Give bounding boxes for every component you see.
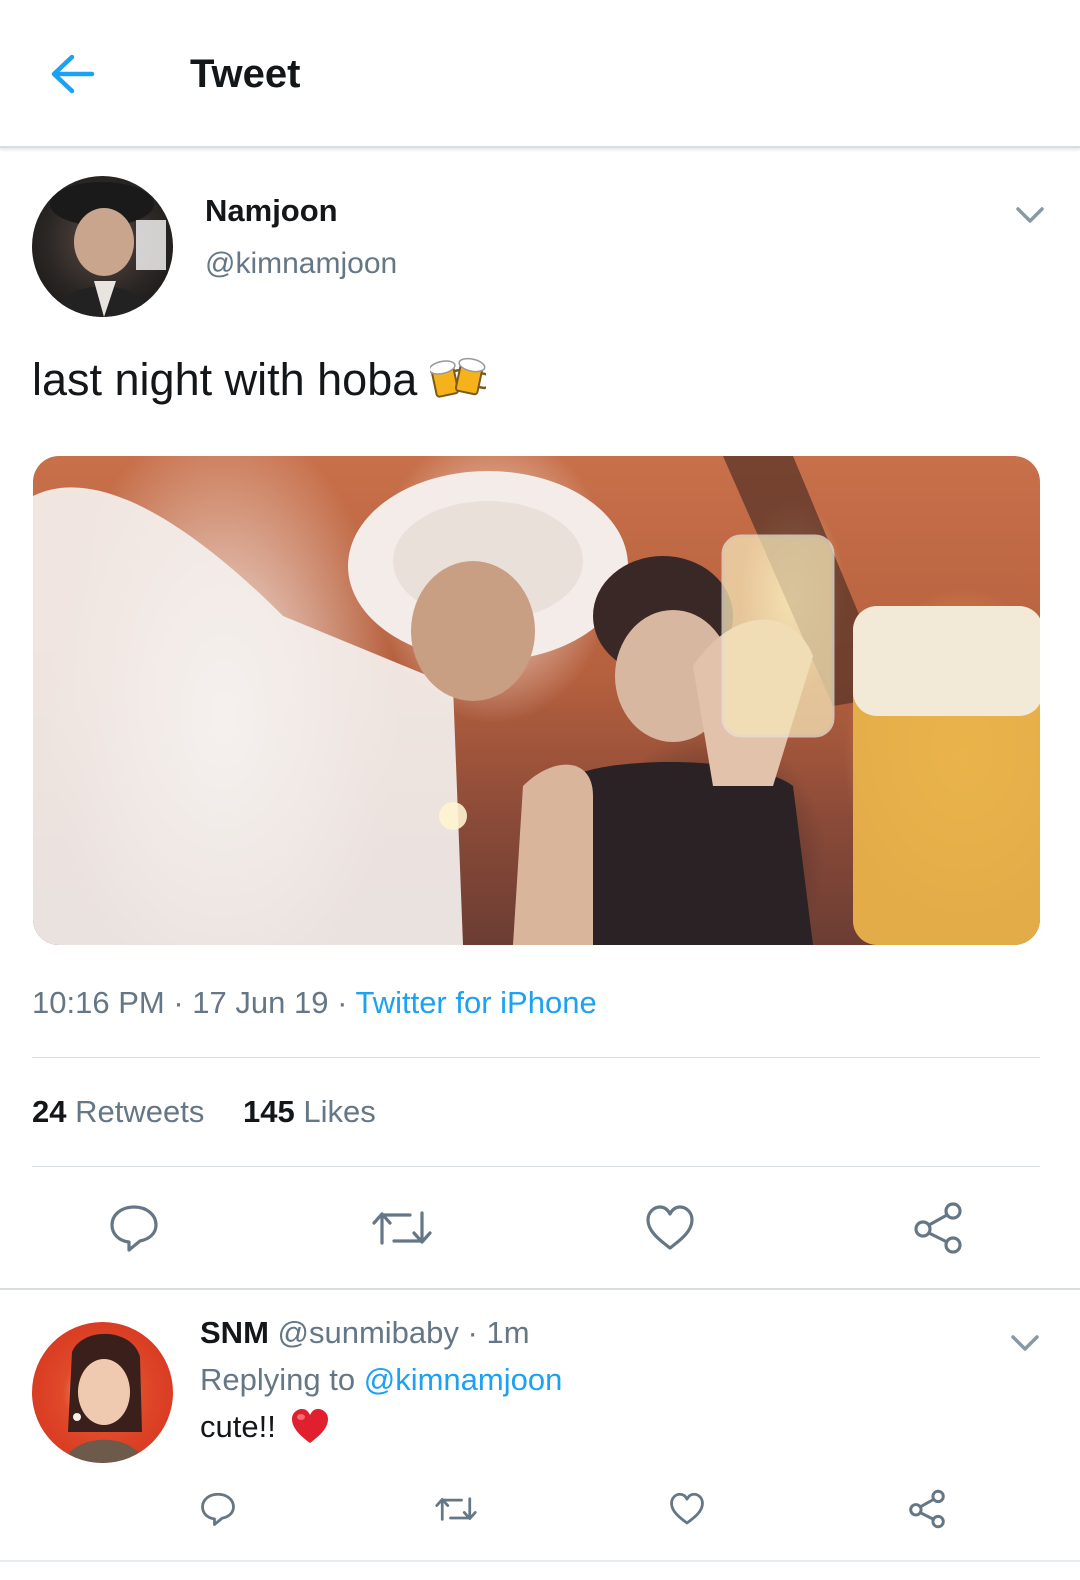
replying-label: Replying to — [200, 1362, 356, 1397]
reply-text: cute!! — [200, 1407, 330, 1453]
reply-options-button[interactable] — [1008, 1331, 1042, 1355]
back-button[interactable] — [44, 48, 104, 100]
avatar-photo — [50, 182, 166, 317]
reply-text-content: cute!! — [200, 1409, 276, 1444]
replying-to-handle[interactable]: @kimnamjoon — [364, 1362, 563, 1397]
tweet-date: 17 Jun 19 — [192, 985, 329, 1020]
tweet-timestamp-line: 10:16 PM · 17 Jun 19 · Twitter for iPhon… — [32, 985, 597, 1021]
reply-display-name[interactable]: SNM — [200, 1315, 269, 1350]
tweet-photo[interactable] — [33, 456, 1040, 945]
reply-header: SNM @sunmibaby · 1m — [200, 1315, 530, 1351]
reply-share-button[interactable] — [905, 1487, 949, 1531]
heart-icon — [646, 1205, 694, 1250]
divider — [0, 1560, 1080, 1562]
tweet-source-link[interactable]: Twitter for iPhone — [355, 985, 596, 1020]
retweet-button[interactable] — [370, 1198, 434, 1258]
arrow-left-icon — [51, 54, 95, 94]
reply-like-button[interactable] — [665, 1487, 709, 1531]
divider — [32, 1057, 1040, 1058]
section-separator — [0, 1288, 1080, 1290]
likes-label: Likes — [303, 1094, 376, 1129]
reply-button[interactable] — [104, 1198, 164, 1258]
heart-icon — [670, 1492, 704, 1525]
like-button[interactable] — [640, 1198, 700, 1258]
chevron-down-icon — [1011, 1335, 1039, 1351]
meta-separator: · — [337, 985, 348, 1020]
beer-mugs-emoji — [428, 355, 492, 412]
meta-separator: · — [173, 985, 184, 1020]
chevron-down-icon — [1016, 207, 1044, 223]
retweets-count: 24 — [32, 1094, 67, 1129]
reply-author-avatar[interactable] — [32, 1322, 173, 1463]
likes-stat[interactable]: 145 Likes — [243, 1094, 376, 1130]
red-heart-emoji — [290, 1407, 330, 1453]
reply-handle[interactable]: @sunmibaby — [278, 1315, 459, 1350]
top-app-bar: Tweet — [0, 0, 1080, 148]
retweet-icon — [372, 1211, 432, 1245]
retweet-icon — [435, 1497, 477, 1521]
tweet-text: last night with hoba — [32, 354, 492, 412]
reply-separator: · — [467, 1315, 478, 1350]
author-display-name[interactable]: Namjoon — [205, 193, 338, 229]
divider — [32, 1166, 1040, 1167]
author-handle[interactable]: @kimnamjoon — [205, 247, 397, 281]
share-button[interactable] — [908, 1198, 968, 1258]
reply-time: 1m — [486, 1315, 530, 1350]
reply-icon — [110, 1205, 158, 1252]
reply-retweet-button[interactable] — [433, 1487, 479, 1531]
tweet-stats: 24 Retweets 145 Likes — [32, 1094, 376, 1130]
tweet-text-content: last night with hoba — [32, 354, 418, 405]
share-icon — [914, 1202, 962, 1254]
author-avatar[interactable] — [32, 176, 173, 317]
replying-to-line: Replying to @kimnamjoon — [200, 1362, 562, 1398]
photo-content — [33, 456, 1040, 945]
tweet-time: 10:16 PM — [32, 985, 165, 1020]
page-title: Tweet — [190, 52, 301, 96]
reply-icon — [201, 1492, 235, 1526]
share-icon — [909, 1489, 945, 1529]
reply-reply-button[interactable] — [196, 1487, 240, 1531]
retweets-stat[interactable]: 24 Retweets — [32, 1094, 204, 1130]
retweets-label: Retweets — [75, 1094, 205, 1129]
avatar-photo — [64, 1333, 144, 1463]
tweet-options-button[interactable] — [1013, 203, 1047, 227]
likes-count: 145 — [242, 1094, 295, 1129]
